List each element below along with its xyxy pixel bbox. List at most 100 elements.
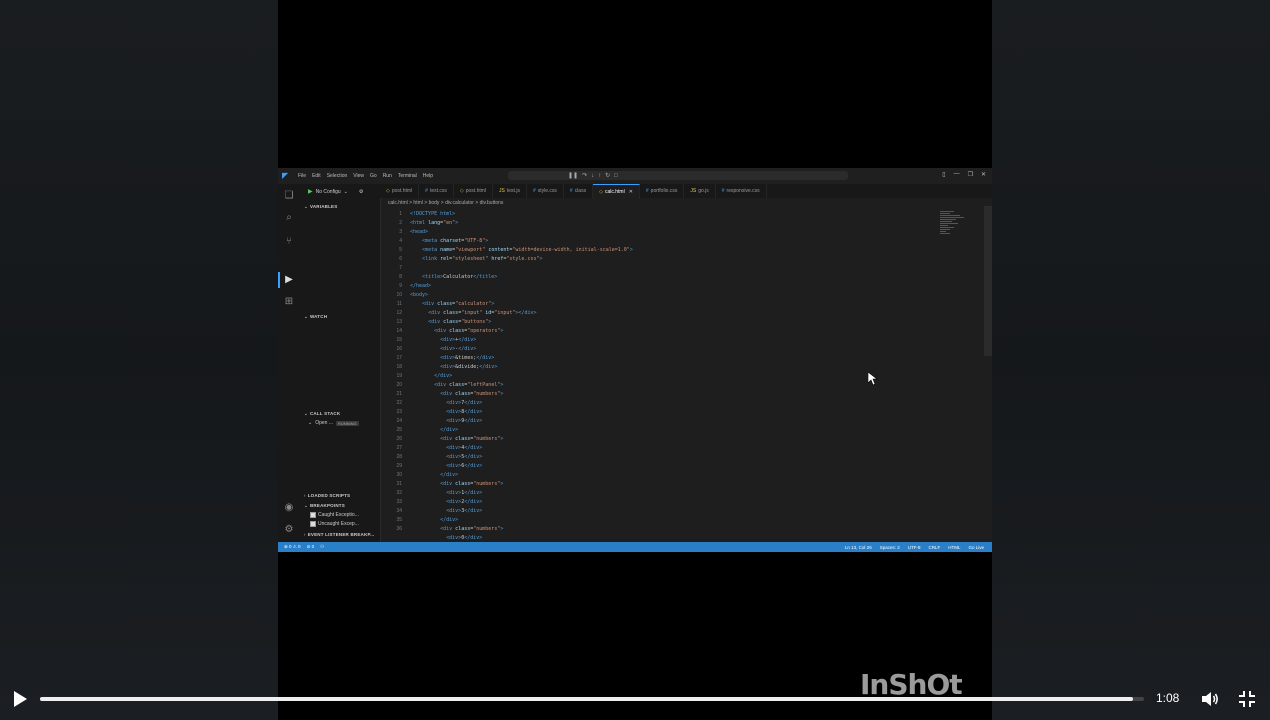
run-config[interactable]: ▶ No Configu ⌄ ⚙ (308, 188, 363, 196)
start-debug-icon[interactable]: ▶ (308, 188, 313, 195)
debug-sidebar: ▶ No Configu ⌄ ⚙ ⌄ VARIABLES ⌄ WATCH ⌄ CALL… (300, 184, 381, 542)
tab-class[interactable]: # class (564, 184, 594, 198)
status-item[interactable]: Go Live (968, 545, 984, 550)
line-number: 18 (396, 364, 402, 370)
tab-post-html[interactable]: ◇ post.html (454, 184, 494, 198)
tab-portfolio-css[interactable]: # portfolio.css (640, 184, 685, 198)
checkbox[interactable] (310, 521, 316, 527)
section-breakpoints[interactable]: ⌄ BREAKPOINTS (304, 503, 345, 509)
checkbox[interactable] (310, 512, 316, 518)
menu-item-selection[interactable]: Selection (327, 173, 348, 179)
chevron-right-icon: › (304, 493, 306, 498)
stop-icon[interactable]: □ (614, 173, 618, 179)
menu-item-go[interactable]: Go (370, 173, 377, 179)
chevron-down-icon[interactable]: ⌄ (344, 189, 348, 195)
menu-item-file[interactable]: File (298, 173, 306, 179)
tab-test-css[interactable]: # test.css (419, 184, 454, 198)
breakpoint-item[interactable]: Uncaught Excep... (310, 521, 359, 527)
line-number: 22 (396, 400, 402, 406)
line-number: 2 (399, 220, 402, 226)
status-item[interactable]: ⚇ (320, 544, 324, 550)
editor-tabs: ◇ post.html # test.css ◇ post.html JS test.js # s… (380, 183, 992, 199)
video-blur-right (992, 0, 1270, 720)
line-number: 16 (396, 346, 402, 352)
line-number: 15 (396, 337, 402, 343)
html-file-icon: ◇ (386, 188, 390, 194)
code-text[interactable]: <!DOCTYPE html> <html lang="en"> <head> … (410, 210, 633, 543)
run-config-label[interactable]: No Configu (316, 189, 341, 195)
status-item[interactable]: ⊘ 0 (307, 544, 315, 550)
close-icon[interactable]: ✕ (629, 189, 633, 195)
restart-icon[interactable]: ↻ (605, 172, 610, 179)
line-number: 1 (399, 211, 402, 217)
section-event-listener[interactable]: › EVENT LISTENER BREAKP... (304, 532, 374, 537)
status-item[interactable]: Ln 13, Col 26 (845, 545, 872, 550)
line-number: 31 (396, 481, 402, 487)
menu-item-view[interactable]: View (353, 173, 364, 179)
explorer-icon[interactable]: ❏ (283, 190, 295, 202)
line-number: 8 (399, 274, 402, 280)
play-icon[interactable] (12, 690, 28, 708)
editor-scrollbar[interactable] (984, 206, 992, 356)
status-item[interactable]: ⊗ 0 ⚠ 0 (284, 544, 301, 550)
step-over-icon[interactable]: ↷ (582, 172, 587, 179)
search-icon[interactable]: ⌕ (283, 212, 295, 224)
css-file-icon: # (425, 188, 428, 194)
line-number: 13 (396, 319, 402, 325)
exit-fullscreen-icon[interactable] (1238, 690, 1256, 708)
tab-label: portfolio.css (650, 188, 678, 194)
tab-calc-html[interactable]: ◇ calc.html ✕ (593, 183, 640, 199)
breakpoint-item[interactable]: Caught Exceptio... (310, 512, 359, 518)
step-into-icon[interactable]: ↓ (591, 173, 594, 179)
section-watch[interactable]: ⌄ WATCH (304, 314, 327, 320)
gear-icon[interactable]: ⚙ (359, 189, 363, 195)
section-call-stack[interactable]: ⌄ CALL STACK (304, 411, 340, 417)
chevron-down-icon: ⌄ (304, 314, 308, 319)
volume-icon[interactable] (1200, 690, 1220, 708)
source-control-icon[interactable]: ⑂ (283, 236, 295, 248)
line-number: 5 (399, 247, 402, 253)
status-item[interactable]: HTML (948, 545, 960, 550)
run-debug-icon[interactable]: ▶ (283, 274, 295, 286)
section-loaded-scripts[interactable]: › LOADED SCRIPTS (304, 493, 350, 498)
tab-post-html[interactable]: ◇ post.html (380, 184, 420, 198)
line-number: 9 (399, 283, 402, 289)
command-center[interactable]: ❚❚ ↷ ↓ ↑ ↻ □ (508, 171, 848, 180)
css-file-icon: # (569, 188, 573, 194)
tab-go-js[interactable]: JS go.js (684, 184, 716, 198)
call-stack-item[interactable]: ⌄ Open ... RUNNING (308, 420, 359, 426)
maximize-icon[interactable]: ❐ (968, 171, 973, 178)
step-out-icon[interactable]: ↑ (598, 173, 601, 179)
video-controls: 1:08 (0, 682, 1270, 720)
status-item[interactable]: Spaces: 2 (880, 545, 900, 550)
menu-item-edit[interactable]: Edit (312, 173, 321, 179)
menu-item-run[interactable]: Run (383, 173, 392, 179)
extensions-icon[interactable]: ⊞ (283, 296, 295, 308)
tab-test-js[interactable]: JS test.js (493, 184, 527, 198)
tab-label: post.html (391, 188, 413, 194)
line-number: 19 (396, 373, 402, 379)
tab-label: style.css (537, 188, 557, 194)
mouse-cursor-icon (868, 372, 878, 386)
account-icon[interactable]: ◉ (283, 502, 295, 514)
menu-item-help[interactable]: Help (423, 173, 433, 179)
gear-icon[interactable]: ⚙ (283, 524, 295, 536)
tab-responsive-css[interactable]: # responsive.css (716, 184, 767, 198)
status-badge: RUNNING (336, 420, 359, 426)
minimize-icon[interactable]: — (954, 171, 960, 178)
close-icon[interactable]: ✕ (981, 171, 986, 178)
line-number: 20 (396, 382, 402, 388)
status-item[interactable]: CRLF (928, 545, 940, 550)
titlebar: ◤ File Edit Selection View Go Run Terminal Help… (278, 168, 992, 184)
menu-item-terminal[interactable]: Terminal (398, 173, 417, 179)
vscode-logo-icon: ◤ (282, 171, 289, 180)
progress-bar[interactable] (40, 697, 1144, 701)
status-item[interactable]: UTF-8 (908, 545, 921, 550)
section-variables[interactable]: ⌄ VARIABLES (304, 204, 337, 210)
layout-icon[interactable]: ▯ (942, 171, 945, 178)
pause-icon[interactable]: ❚❚ (568, 172, 578, 179)
line-numbers: 1 2 3 4 5 6 7 8 9 10 11 12 13 14 15 16 17 18 19 20 21 22 23 24 2… (380, 210, 402, 534)
code-editor[interactable]: 1 2 3 4 5 6 7 8 9 10 11 12 13 14 15 16 17 18 19 20 21 22 23 24 2… (380, 206, 992, 542)
tab-style-css[interactable]: # style.css (527, 184, 564, 198)
minimap[interactable] (940, 210, 966, 246)
